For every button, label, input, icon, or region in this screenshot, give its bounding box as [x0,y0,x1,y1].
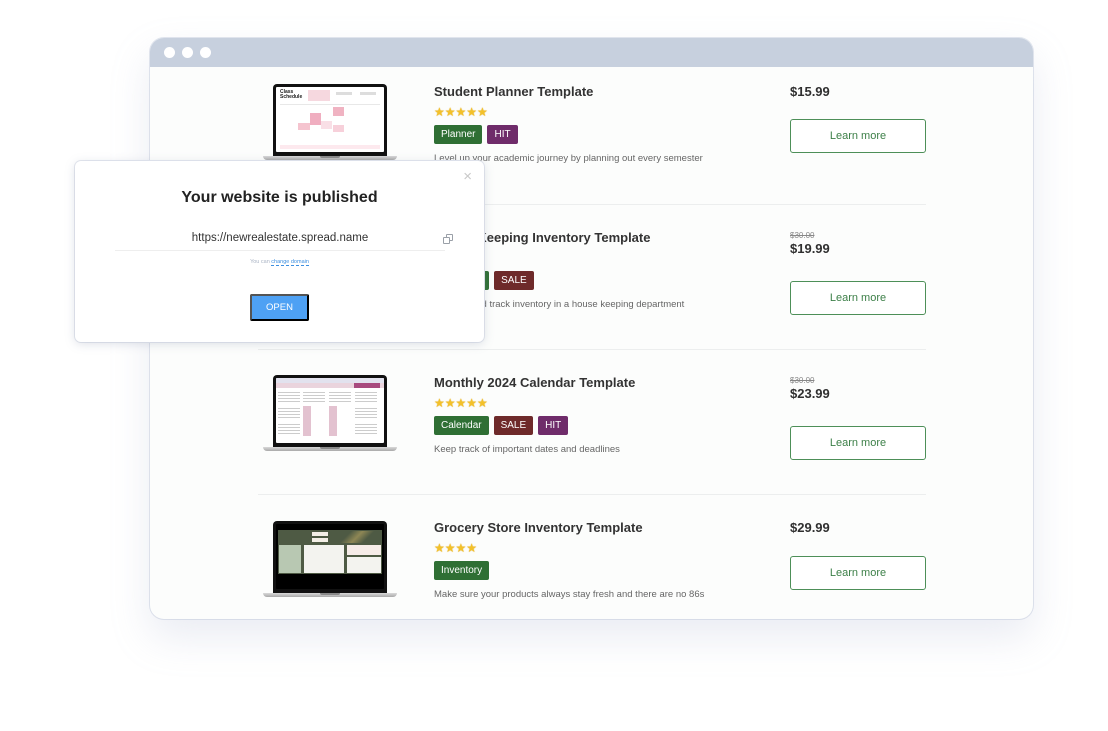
product-price: $19.99 [790,241,830,256]
product-info: Student Planner Template ★★★★★ Planner H… [434,84,764,164]
close-icon[interactable]: × [463,169,472,184]
learn-more-button[interactable]: Learn more [790,556,926,590]
product-thumbnail-monthly-calendar [263,375,397,455]
tag-hit[interactable]: HIT [538,416,569,435]
product-tags: Calendar SALE HIT [434,416,764,436]
learn-more-button[interactable]: Learn more [790,119,926,153]
tag-planner[interactable]: Planner [434,125,483,144]
window-control-dot[interactable] [200,47,211,58]
open-button[interactable]: OPEN [250,294,309,321]
star-rating: ★★★★★ [434,396,488,410]
product-price: $15.99 [790,84,830,99]
change-domain-link[interactable]: change domain [271,259,309,266]
product-title[interactable]: Monthly 2024 Calendar Template [434,375,764,393]
published-modal: × Your website is published https://newr… [75,161,484,342]
product-price-column: $15.99 Learn more [790,84,926,153]
tag-hit[interactable]: HIT [487,125,518,144]
laptop-screen: Class Schedule [273,84,387,156]
modal-title: Your website is published [181,189,378,206]
tag-inventory[interactable]: Inventory [434,561,490,580]
change-domain-hint: You can change domain [75,259,484,266]
tag-calendar[interactable]: Calendar [434,416,489,435]
learn-more-button[interactable]: Learn more [790,281,926,315]
product-price: $29.99 [790,520,830,535]
window-control-dot[interactable] [164,47,175,58]
divider [258,494,926,495]
product-price-column: $29.99 Learn more [790,520,926,590]
product-tags: Planner HIT [434,125,764,145]
product-description: Make sure your products always stay fres… [434,589,705,600]
tag-sale[interactable]: SALE [493,416,534,435]
old-price: $30.00 [790,231,815,240]
product-description: Level up your academic journey by planni… [434,153,703,164]
product-item: Monthly 2024 Calendar Template ★★★★★ Cal… [150,357,1033,502]
old-price: $30.00 [790,376,815,385]
product-price: $23.99 [790,386,830,401]
star-rating: ★★★★★ [434,105,488,119]
copy-icon[interactable] [443,234,453,244]
browser-titlebar [150,38,1033,67]
hint-prefix: You can [250,259,272,265]
tag-sale[interactable]: SALE [494,271,534,290]
product-price-column: $30.00 $23.99 Learn more [790,376,926,460]
product-thumbnail-class-schedule: Class Schedule [263,84,397,164]
product-info: Monthly 2024 Calendar Template ★★★★★ Cal… [434,375,764,455]
product-title[interactable]: Grocery Store Inventory Template [434,520,764,538]
window-control-dot[interactable] [182,47,193,58]
product-thumbnail-grocery-inventory [263,521,397,601]
learn-more-button[interactable]: Learn more [790,426,926,460]
product-info: Grocery Store Inventory Template ★★★★ In… [434,520,764,600]
product-item: Grocery Store Inventory Template ★★★★ In… [150,502,1033,619]
product-title[interactable]: Student Planner Template [434,84,764,102]
published-url[interactable]: https://newrealestate.spread.name [115,232,445,244]
divider [258,349,926,350]
product-description: Keep track of important dates and deadli… [434,444,620,455]
url-field[interactable]: https://newrealestate.spread.name [115,227,453,251]
product-tags: Inventory [434,561,764,581]
star-rating: ★★★★ [434,541,478,555]
product-price-column: $30.00 $19.99 Learn more [790,231,926,315]
